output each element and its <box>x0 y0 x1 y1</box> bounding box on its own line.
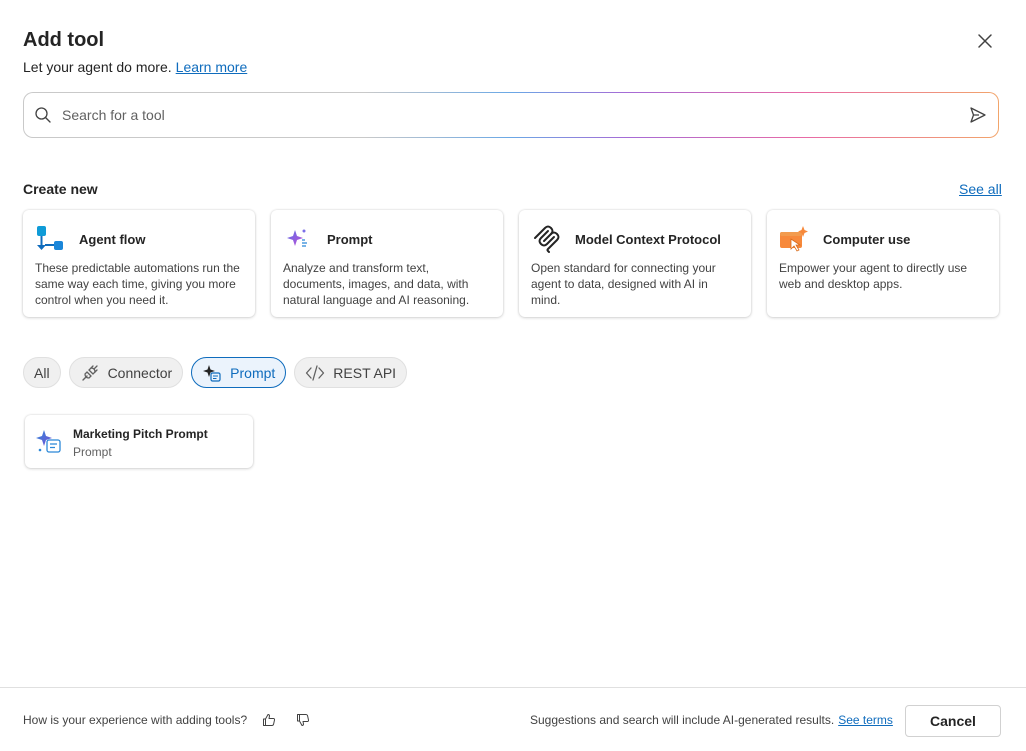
footer-divider <box>0 687 1026 688</box>
send-icon[interactable] <box>968 105 988 125</box>
dialog-subtitle: Let your agent do more. Learn more <box>23 59 247 75</box>
card-title: Computer use <box>823 231 911 247</box>
result-marketing-pitch-prompt[interactable]: Marketing Pitch Prompt Prompt <box>25 415 253 468</box>
filter-label: Prompt <box>230 364 276 381</box>
search-inner <box>24 93 998 137</box>
close-button[interactable] <box>973 29 997 53</box>
code-icon <box>305 363 325 383</box>
dialog-title: Add tool <box>23 29 105 51</box>
agent-flow-icon <box>35 224 65 254</box>
result-subtitle: Prompt <box>73 445 112 459</box>
computer-use-icon <box>779 224 809 254</box>
see-terms-link[interactable]: See terms <box>838 713 893 727</box>
card-description: Analyze and transform text, documents, i… <box>283 261 470 307</box>
filter-prompt[interactable]: Prompt <box>191 357 287 388</box>
filter-pills: All Connector Prompt REST API <box>23 357 408 388</box>
search-input[interactable] <box>60 106 968 124</box>
subtitle-text: Let your agent do more. <box>23 59 172 75</box>
prompt-sparkle-icon <box>202 363 222 383</box>
filter-all[interactable]: All <box>23 357 61 388</box>
prompt-sparkle-icon <box>283 224 313 254</box>
card-agent-flow[interactable]: Agent flow These predictable automations… <box>23 210 255 317</box>
close-icon <box>978 34 992 48</box>
ai-disclaimer-text: Suggestions and search will include AI-g… <box>530 713 835 727</box>
thumbs-down-button[interactable] <box>294 711 312 729</box>
card-title: Prompt <box>327 231 373 247</box>
search-icon <box>35 107 51 123</box>
card-computer-use[interactable]: Computer use Empower your agent to direc… <box>767 210 999 317</box>
card-title: Model Context Protocol <box>575 231 721 247</box>
card-title: Agent flow <box>79 231 146 247</box>
model-context-protocol-icon <box>531 224 561 254</box>
filter-label: REST API <box>333 364 397 381</box>
add-tool-dialog: Add tool Let your agent do more. Learn mo… <box>0 0 1026 751</box>
search-box <box>23 92 999 138</box>
create-new-heading: Create new <box>23 181 98 197</box>
card-description: These predictable automations run the sa… <box>35 261 240 307</box>
thumbs-up-button[interactable] <box>260 711 278 729</box>
card-description: Open standard for connecting your agent … <box>531 261 716 307</box>
card-prompt[interactable]: Prompt Analyze and transform text, docum… <box>271 210 503 317</box>
filter-label: Connector <box>107 364 173 381</box>
filter-rest-api[interactable]: REST API <box>294 357 408 388</box>
cancel-button[interactable]: Cancel <box>905 705 1001 737</box>
ai-disclaimer: Suggestions and search will include AI-g… <box>530 713 893 727</box>
result-title: Marketing Pitch Prompt <box>73 427 208 441</box>
card-description: Empower your agent to directly use web a… <box>779 261 968 291</box>
prompt-sparkle-icon <box>35 428 63 456</box>
filter-connector[interactable]: Connector <box>68 357 184 388</box>
thumbs-down-icon <box>297 714 310 726</box>
see-all-link[interactable]: See all <box>959 181 1002 197</box>
learn-more-link[interactable]: Learn more <box>176 59 248 75</box>
filter-label: All <box>34 364 50 381</box>
card-model-context-protocol[interactable]: Model Context Protocol Open standard for… <box>519 210 751 317</box>
connector-plug-icon <box>80 363 100 383</box>
feedback-question: How is your experience with adding tools… <box>23 713 248 727</box>
thumbs-up-icon <box>263 714 276 726</box>
